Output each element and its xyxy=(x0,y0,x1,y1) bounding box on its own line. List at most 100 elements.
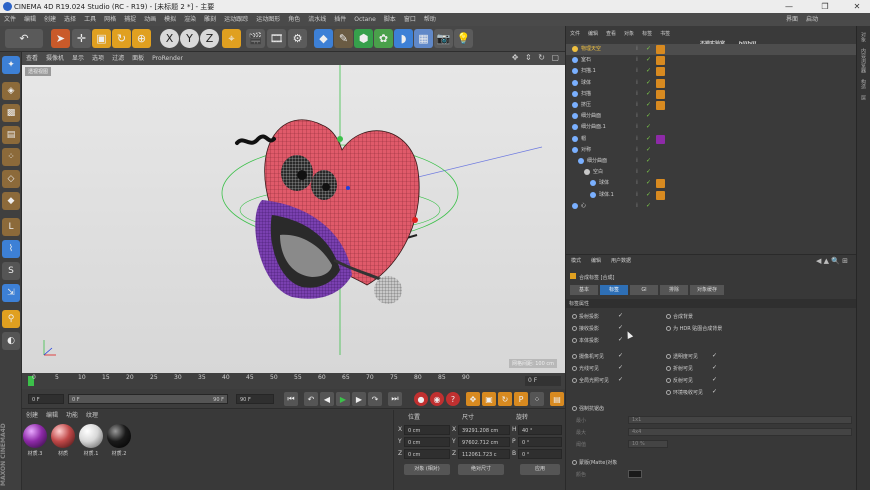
material-swatch[interactable]: 材质.1 xyxy=(78,424,104,457)
vp-menu-display[interactable]: 显示 xyxy=(68,52,88,65)
menu-tools[interactable]: 工具 xyxy=(80,13,100,26)
obj-menu-tags[interactable]: 标签 xyxy=(638,30,656,37)
menu-render[interactable]: 渲染 xyxy=(180,13,200,26)
soft-selection-icon[interactable]: ◐ xyxy=(2,332,20,350)
enabled-check-icon[interactable]: ✓ xyxy=(646,146,652,153)
prev-key-icon[interactable]: ↶ xyxy=(304,392,318,406)
material-swatch[interactable]: 材质.2 xyxy=(106,424,132,457)
side-tab-objects[interactable]: 对象 xyxy=(860,32,867,42)
menu-snap[interactable]: 捕捉 xyxy=(120,13,140,26)
visibility-dots-icon[interactable]: ⁞ xyxy=(636,135,642,142)
rot-b-field[interactable]: 0 ° xyxy=(518,449,562,459)
texture-mode-icon[interactable]: ▩ xyxy=(2,104,20,122)
opt-seen-by-reflection[interactable]: 反射可见 xyxy=(666,377,693,384)
max-samples-dropdown[interactable]: 4x4 xyxy=(628,428,852,436)
object-tag-icon[interactable] xyxy=(656,56,665,66)
menu-pipeline[interactable]: 流水线 xyxy=(304,13,330,26)
move-tool-icon[interactable]: ✛ xyxy=(72,29,91,48)
menu-file[interactable]: 文件 xyxy=(0,13,20,26)
point-level-icon[interactable]: ⁘ xyxy=(530,392,544,406)
object-row[interactable]: 空白 ⁞ ✓ xyxy=(566,167,857,178)
pos-y-field[interactable]: 0 cm xyxy=(404,437,450,447)
self-shadowing-checkbox[interactable]: ✓ xyxy=(618,336,623,343)
object-tag-icon[interactable] xyxy=(656,89,665,99)
mat-menu-create[interactable]: 创建 xyxy=(22,410,42,422)
object-row[interactable]: 扫描.1 ⁞ ✓ xyxy=(566,66,857,77)
current-frame-field[interactable]: 0 F xyxy=(525,376,561,386)
opt-seen-by-ao[interactable]: 环境吸收可见 xyxy=(666,389,703,396)
keyframe-selection-icon[interactable]: ? xyxy=(446,392,460,406)
object-tag-icon[interactable] xyxy=(656,78,665,88)
end-frame-field[interactable]: 90 F xyxy=(236,394,274,404)
subdivision-surface-icon[interactable]: ⬢ xyxy=(354,29,373,48)
play-icon[interactable]: ▶ xyxy=(336,392,350,406)
attr-menu-userdata[interactable]: 用户数据 xyxy=(606,257,636,264)
side-tab-content-browser[interactable]: 内容浏览器 xyxy=(860,48,867,73)
visibility-dots-icon[interactable]: ⁞ xyxy=(636,169,642,175)
snap-icon[interactable]: S xyxy=(2,262,20,280)
opt-self-shadowing[interactable]: 本体投影 xyxy=(572,337,599,344)
enabled-check-icon[interactable]: ✓ xyxy=(646,158,652,164)
autokey-icon[interactable]: ◉ xyxy=(430,392,444,406)
size-y-field[interactable]: 97602.712 cm xyxy=(458,437,510,447)
param-key-icon[interactable]: P xyxy=(514,392,528,406)
mat-menu-function[interactable]: 功能 xyxy=(62,410,82,422)
object-row[interactable]: 挤压 ⁞ ✓ xyxy=(566,100,857,111)
make-editable-icon[interactable]: ✦ xyxy=(2,56,20,74)
object-tag-icon[interactable] xyxy=(656,101,665,110)
recent-tool-icon[interactable]: ⊕ xyxy=(132,29,151,48)
visibility-dots-icon[interactable]: ⁞ xyxy=(636,113,642,119)
coordinate-system-icon[interactable]: ⌖ xyxy=(222,29,241,48)
object-row[interactable]: 细分曲面.1 ⁞ ✓ xyxy=(566,122,857,133)
seen-by-ao-checkbox[interactable]: ✓ xyxy=(712,388,717,395)
min-samples-dropdown[interactable]: 1x1 xyxy=(628,416,852,424)
tab-gi[interactable]: GI xyxy=(630,285,658,295)
axis-mode-icon[interactable]: L xyxy=(2,218,20,236)
pos-x-field[interactable]: 0 cm xyxy=(404,425,450,435)
menu-edit[interactable]: 编辑 xyxy=(20,13,40,26)
menu-mesh[interactable]: 网格 xyxy=(100,13,120,26)
size-z-field[interactable]: 112061.723 c xyxy=(458,449,510,459)
enable-axis-icon[interactable]: ⚲ xyxy=(2,310,20,328)
side-tab-structure[interactable]: 构造 xyxy=(860,79,867,89)
opt-hdr-composite-background[interactable]: 为 HDR 贴图合成背景 xyxy=(666,325,722,332)
object-tag-icon[interactable] xyxy=(656,179,665,189)
viewport-nav-icons[interactable]: ✥ ⇕ ↻ ▢ xyxy=(512,53,561,62)
edges-mode-icon[interactable]: ◇ xyxy=(2,170,20,188)
camera-icon[interactable]: 📷 xyxy=(434,29,453,48)
object-tag-icon[interactable] xyxy=(656,45,665,54)
enabled-check-icon[interactable]: ✓ xyxy=(646,57,652,63)
seen-by-refraction-checkbox[interactable]: ✓ xyxy=(712,364,717,371)
3d-viewport[interactable]: 透视视图 网格间距: 100 cm xyxy=(22,65,565,373)
enabled-check-icon[interactable]: ✓ xyxy=(646,169,652,175)
opt-matte-object[interactable]: 蒙版(Matte)对象 xyxy=(572,459,617,466)
prev-frame-icon[interactable]: ◀ xyxy=(320,392,334,406)
menu-script[interactable]: 脚本 xyxy=(380,13,400,26)
vp-menu-view[interactable]: 查看 xyxy=(22,52,42,65)
seen-by-reflection-checkbox[interactable]: ✓ xyxy=(712,376,717,383)
object-row[interactable]: 细分曲面 ⁞ ✓ xyxy=(566,111,857,122)
material-swatch[interactable]: 材质 xyxy=(50,424,76,457)
attr-menu-mode[interactable]: 模式 xyxy=(566,257,586,264)
enabled-check-icon[interactable]: ✓ xyxy=(646,90,652,97)
timeline-window-icon[interactable]: ▤ xyxy=(550,392,564,406)
enabled-check-icon[interactable]: ✓ xyxy=(646,68,652,74)
scale-tool-icon[interactable]: ▣ xyxy=(92,29,111,48)
tab-object-buffer[interactable]: 对象缓存 xyxy=(690,285,724,295)
side-tab-layers[interactable]: 层 xyxy=(860,95,867,100)
enabled-check-icon[interactable]: ✓ xyxy=(646,180,652,186)
live-selection-icon[interactable]: ➤ xyxy=(51,29,70,48)
workplane-mode-icon[interactable]: ▤ xyxy=(2,126,20,144)
deformer-icon[interactable]: ◗ xyxy=(394,29,413,48)
mat-menu-edit[interactable]: 编辑 xyxy=(42,410,62,422)
vp-menu-filter[interactable]: 过滤 xyxy=(108,52,128,65)
timeline[interactable]: 0 5 10 15 20 25 30 35 40 45 50 55 60 65 … xyxy=(22,373,565,389)
rot-h-field[interactable]: 40 ° xyxy=(518,425,562,435)
x-axis-lock-icon[interactable]: X xyxy=(160,29,179,48)
enabled-check-icon[interactable]: ✓ xyxy=(646,79,652,86)
visibility-dots-icon[interactable]: ⁞ xyxy=(636,57,642,63)
seen-by-gi-checkbox[interactable]: ✓ xyxy=(618,376,623,383)
visibility-dots-icon[interactable]: ⁞ xyxy=(636,68,642,74)
object-tag-icon[interactable] xyxy=(656,67,665,77)
points-mode-icon[interactable]: ⁘ xyxy=(2,148,20,166)
